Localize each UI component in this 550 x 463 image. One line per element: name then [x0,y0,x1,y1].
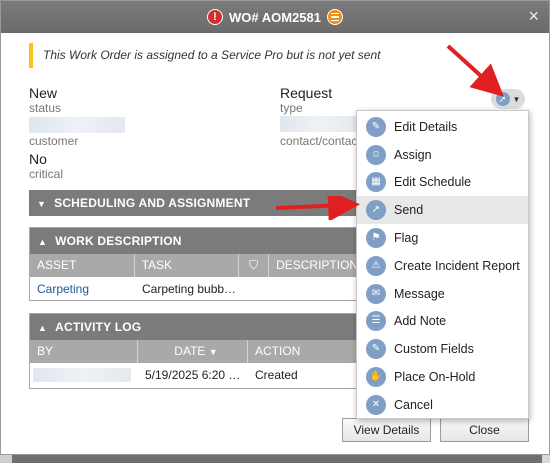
col-date-label: DATE [174,344,206,358]
scheduling-title: SCHEDULING AND ASSIGNMENT [54,196,251,210]
menu-item-message[interactable]: ✉ Message [357,280,528,308]
calendar-icon: ▦ [366,172,386,193]
work-description-title: WORK DESCRIPTION [55,234,182,248]
view-details-button[interactable]: View Details [342,418,431,442]
cancel-icon: ✕ [366,394,386,415]
by-cell [30,363,138,387]
collapse-triangle-icon: ▼ [37,199,47,209]
alert-icon: ! [207,9,223,25]
actions-dropdown-menu: ✎ Edit Details ☺ Assign ▦ Edit Schedule ➚ Se… [356,110,529,419]
date-cell: 5/19/2025 6:20 … [145,368,241,382]
menu-item-label: Place On-Hold [394,370,476,385]
menu-item-label: Add Note [394,314,447,329]
send-icon: ➚ [366,200,386,221]
col-action[interactable]: ACTION [248,340,358,363]
note-icon: ☰ [366,311,386,332]
person-icon: ☺ [366,144,386,165]
flag-icon: ⚑ [366,228,386,249]
activity-log-title: ACTIVITY LOG [55,320,142,334]
menu-item-cancel[interactable]: ✕ Cancel [357,391,528,419]
warning-icon: ⚠ [366,255,386,276]
menu-item-label: Message [394,286,445,301]
menu-item-label: Cancel [394,397,433,412]
expand-triangle-icon: ▲ [38,237,48,247]
menu-item-flag[interactable]: ⚑ Flag [357,224,528,252]
actions-menu-button[interactable]: ➚ ▼ [491,89,525,109]
menu-item-edit-details[interactable]: ✎ Edit Details [357,113,528,141]
critical-value: No [29,151,47,167]
col-date[interactable]: DATE ▼ [138,340,248,363]
pencil-icon: ✎ [366,339,386,360]
hand-icon: ✋ [366,367,386,388]
col-by[interactable]: BY [30,340,138,363]
asset-link[interactable]: Carpeting [30,277,135,301]
close-icon[interactable]: × [528,7,539,25]
menu-item-send[interactable]: ➚ Send [357,196,528,225]
by-value-redacted [33,368,131,382]
type-label: type [280,101,303,115]
contact-value-redacted [280,116,356,132]
task-cell: Carpeting bubb… [142,282,237,296]
menu-item-place-on-hold[interactable]: ✋ Place On-Hold [357,363,528,391]
pencil-icon: ✎ [366,116,386,137]
menu-item-create-incident-report[interactable]: ⚠ Create Incident Report [357,252,528,280]
status-value: New [29,85,58,101]
col-task[interactable]: TASK [135,254,240,277]
close-button[interactable]: Close [440,418,529,442]
contact-label: contact/contact [280,134,361,148]
menu-item-label: Create Incident Report [394,258,520,273]
menu-item-assign[interactable]: ☺ Assign [357,141,528,169]
shield-icon[interactable]: ⛉ [239,254,270,277]
notice-banner: This Work Order is assigned to a Service… [29,43,527,68]
sort-desc-icon: ▼ [208,347,218,357]
menu-item-add-note[interactable]: ☰ Add Note [357,308,528,336]
modal-header: ! WO# AOM2581 × [1,1,549,33]
menu-item-label: Assign [394,147,432,162]
menu-item-label: Edit Schedule [394,175,472,190]
col-asset[interactable]: ASSET [30,254,135,277]
menu-item-custom-fields[interactable]: ✎ Custom Fields [357,335,528,363]
menu-item-label: Send [394,203,424,218]
menu-item-label: Flag [394,231,419,246]
menu-item-label: Custom Fields [394,342,474,357]
critical-label: critical [29,167,64,181]
send-icon: ➚ [495,92,510,106]
menu-item-edit-schedule[interactable]: ▦ Edit Schedule [357,169,528,197]
envelope-icon: ✉ [366,283,386,304]
expand-triangle-icon: ▲ [38,323,48,333]
modal-title: WO# AOM2581 [229,9,321,25]
menu-item-label: Edit Details [394,119,458,134]
customer-value-redacted [29,117,125,133]
type-value: Request [280,85,333,101]
hamburger-menu-icon[interactable] [327,9,343,25]
chevron-down-icon: ▼ [512,94,521,104]
status-label: status [29,101,62,115]
action-cell: Created [255,368,298,382]
customer-label: customer [29,134,79,148]
